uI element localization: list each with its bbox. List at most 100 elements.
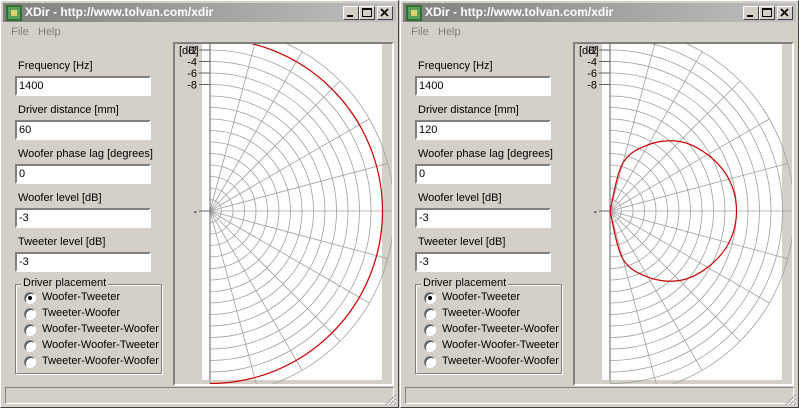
polar-plot: [dB]20-2-4-6-8- (579, 44, 792, 384)
radial-tick-label: -2 (587, 45, 597, 57)
plot-area (602, 44, 782, 380)
menu-bar: File Help (403, 23, 796, 41)
maximize-button[interactable] (759, 6, 775, 20)
param-input-4[interactable] (15, 252, 151, 272)
radial-tick-label: -8 (187, 80, 197, 92)
xdir-window-left: XDir - http://www.tolvan.com/xdir File H… (0, 0, 399, 408)
polar-plot: [dB]20-2-4-6-8- (179, 44, 392, 384)
radial-tick-label: -4 (587, 57, 597, 69)
field-label-0: Frequency [Hz] (418, 60, 493, 72)
close-button[interactable] (777, 6, 793, 20)
field-label-2: Woofer phase lag [degrees] (418, 148, 553, 160)
maximize-icon (762, 8, 772, 17)
placement-option-0[interactable]: Woofer-Tweeter (24, 291, 160, 307)
close-icon (780, 8, 789, 17)
xdir-window-right: XDir - http://www.tolvan.com/xdir File H… (400, 0, 799, 408)
radial-tick-label: - (193, 206, 197, 218)
placement-option-4[interactable]: Tweeter-Woofer-Woofer (424, 355, 560, 371)
placement-option-label: Tweeter-Woofer-Woofer (442, 355, 559, 367)
radio-button[interactable] (424, 308, 436, 320)
param-input-0[interactable] (415, 76, 551, 96)
minimize-button[interactable] (343, 6, 359, 20)
placement-option-0[interactable]: Woofer-Tweeter (424, 291, 560, 307)
radio-selected-dot (428, 296, 432, 300)
resize-grip-icon[interactable] (385, 394, 397, 406)
app-icon (6, 5, 22, 21)
title-bar[interactable]: XDir - http://www.tolvan.com/xdir (3, 3, 396, 22)
field-label-4: Tweeter level [dB] (18, 236, 106, 248)
menu-bar: File Help (3, 23, 396, 41)
resize-grip-icon[interactable] (785, 394, 797, 406)
polar-plot-panel: [dB]20-2-4-6-8- (173, 42, 394, 386)
menu-file[interactable]: File (11, 26, 29, 38)
field-label-4: Tweeter level [dB] (418, 236, 506, 248)
window-title: XDir - http://www.tolvan.com/xdir (25, 5, 214, 19)
field-label-0: Frequency [Hz] (18, 60, 93, 72)
placement-option-1[interactable]: Tweeter-Woofer (424, 307, 560, 323)
param-input-3[interactable] (15, 208, 151, 228)
field-label-1: Driver distance [mm] (18, 104, 119, 116)
placement-option-label: Woofer-Woofer-Tweeter (42, 339, 159, 351)
plot-area (202, 44, 382, 380)
radio-button[interactable] (24, 308, 36, 320)
placement-option-label: Woofer-Tweeter (42, 291, 121, 303)
radial-tick-label: - (593, 206, 597, 218)
polar-plot-panel: [dB]20-2-4-6-8- (573, 42, 794, 386)
radio-selected-dot (28, 296, 32, 300)
placement-option-label: Tweeter-Woofer (442, 307, 521, 319)
menu-help[interactable]: Help (438, 26, 461, 38)
close-icon (380, 8, 389, 17)
param-input-0[interactable] (15, 76, 151, 96)
param-input-1[interactable] (415, 120, 551, 140)
status-bar (405, 387, 794, 404)
placement-option-label: Woofer-Tweeter-Woofer (42, 323, 159, 335)
radio-button[interactable] (24, 324, 36, 336)
radial-tick-label: -8 (587, 80, 597, 92)
driver-placement-group: Driver placement Woofer-Tweeter Tweeter-… (15, 277, 162, 374)
maximize-icon (362, 8, 372, 17)
param-input-4[interactable] (415, 252, 551, 272)
param-input-3[interactable] (415, 208, 551, 228)
field-label-2: Woofer phase lag [degrees] (18, 148, 153, 160)
title-bar[interactable]: XDir - http://www.tolvan.com/xdir (403, 3, 796, 22)
placement-option-label: Tweeter-Woofer-Woofer (42, 355, 159, 367)
radio-button[interactable] (424, 340, 436, 352)
driver-placement-group: Driver placement Woofer-Tweeter Tweeter-… (415, 277, 562, 374)
field-label-3: Woofer level [dB] (418, 192, 502, 204)
param-input-1[interactable] (15, 120, 151, 140)
radio-button[interactable] (424, 356, 436, 368)
param-input-2[interactable] (15, 164, 151, 184)
radial-tick-label: -2 (187, 45, 197, 57)
placement-option-label: Tweeter-Woofer (42, 307, 121, 319)
placement-option-label: Woofer-Woofer-Tweeter (442, 339, 559, 351)
minimize-icon (347, 15, 353, 17)
placement-option-4[interactable]: Tweeter-Woofer-Woofer (24, 355, 160, 371)
maximize-button[interactable] (359, 6, 375, 20)
minimize-icon (747, 15, 753, 17)
field-label-1: Driver distance [mm] (418, 104, 519, 116)
menu-help[interactable]: Help (38, 26, 61, 38)
placement-option-3[interactable]: Woofer-Woofer-Tweeter (24, 339, 160, 355)
app-icon (406, 5, 422, 21)
placement-option-label: Woofer-Tweeter-Woofer (442, 323, 559, 335)
field-label-3: Woofer level [dB] (18, 192, 102, 204)
radio-button[interactable] (424, 324, 436, 336)
radio-button[interactable] (24, 340, 36, 352)
group-legend: Driver placement (421, 277, 509, 289)
radio-button[interactable] (424, 292, 436, 304)
placement-option-2[interactable]: Woofer-Tweeter-Woofer (24, 323, 160, 339)
radial-tick-label: -4 (187, 57, 197, 69)
radial-tick-label: -6 (187, 68, 197, 80)
radio-button[interactable] (24, 292, 36, 304)
placement-option-label: Woofer-Tweeter (442, 291, 521, 303)
radio-button[interactable] (24, 356, 36, 368)
placement-option-2[interactable]: Woofer-Tweeter-Woofer (424, 323, 560, 339)
menu-file[interactable]: File (411, 26, 429, 38)
param-input-2[interactable] (415, 164, 551, 184)
placement-option-3[interactable]: Woofer-Woofer-Tweeter (424, 339, 560, 355)
close-button[interactable] (377, 6, 393, 20)
status-bar (5, 387, 394, 404)
radial-tick-label: -6 (587, 68, 597, 80)
placement-option-1[interactable]: Tweeter-Woofer (24, 307, 160, 323)
minimize-button[interactable] (743, 6, 759, 20)
